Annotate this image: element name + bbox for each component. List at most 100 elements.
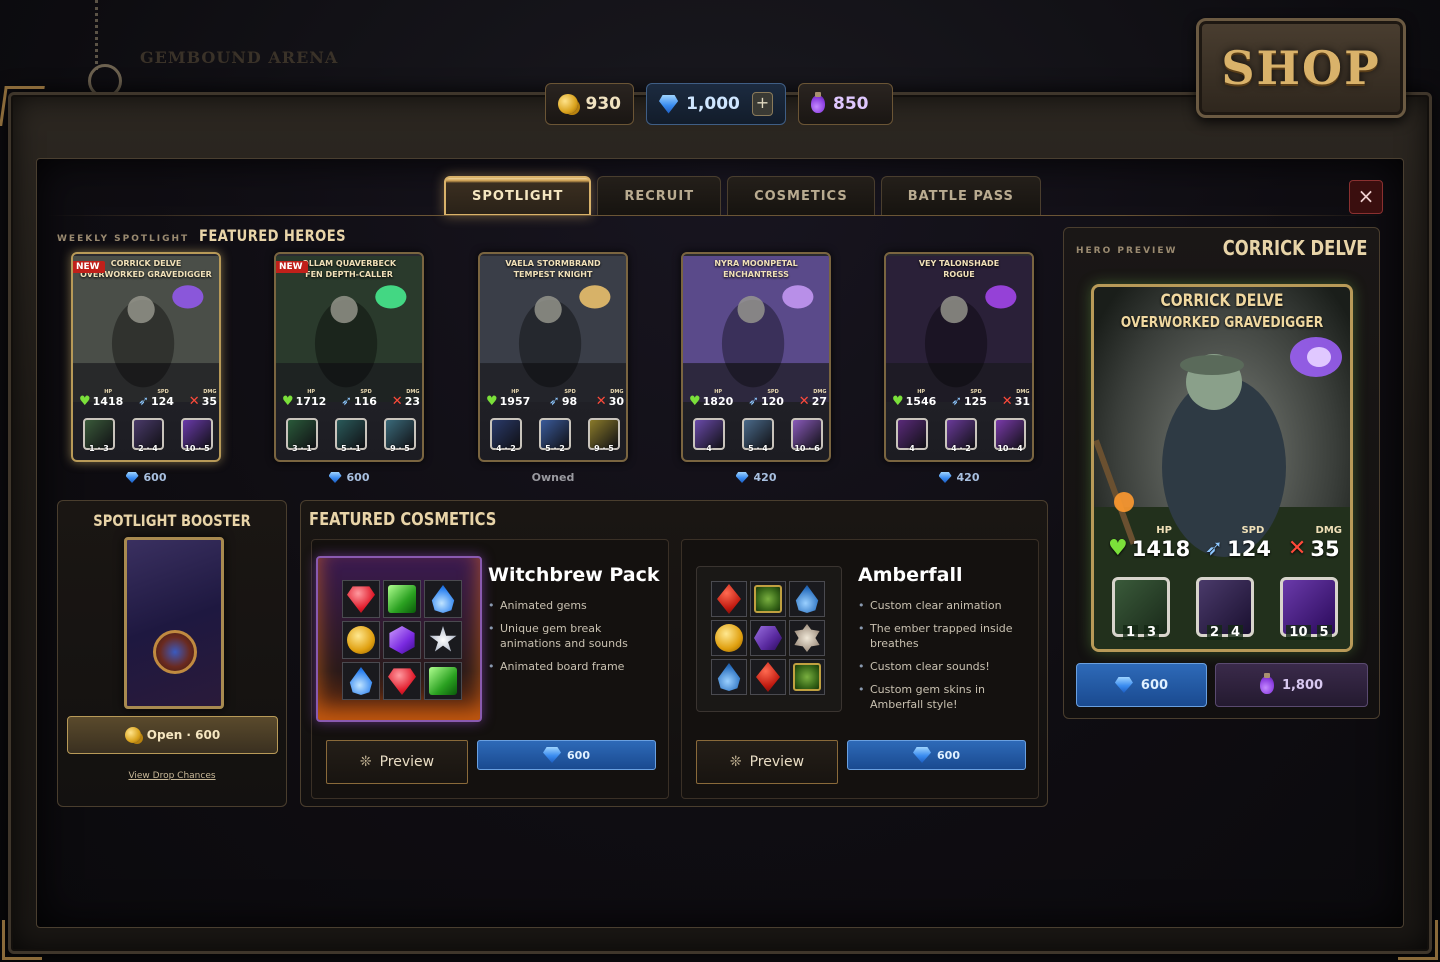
- white-gem-icon: [794, 624, 820, 652]
- board-cell: [424, 662, 462, 700]
- feature-item: Animated board frame: [488, 659, 658, 674]
- skill-icon[interactable]: 9 · 5: [588, 418, 620, 453]
- skill-icon[interactable]: 10 · 4: [994, 418, 1026, 453]
- hero-card[interactable]: VEY TALONSHADE ROGUE HP ♥ 1546 SPD ➶ 125 DMG ✕ 31 4…: [884, 252, 1034, 462]
- skill-icon[interactable]: 2 · 4: [132, 418, 164, 453]
- purple-gem-icon: [389, 626, 415, 654]
- green-gem-icon: [754, 585, 782, 613]
- heart-icon: ♥: [1108, 536, 1128, 561]
- dmg-stat: DMG ✕ 27: [798, 389, 827, 409]
- buy-cosmetic-button[interactable]: 600: [477, 740, 656, 770]
- skill-icon[interactable]: 10 · 5: [181, 418, 213, 453]
- feature-item: Custom gem skins in Amberfall style!: [858, 682, 1028, 712]
- cosmetic-features: Custom clear animation The ember trapped …: [858, 598, 1028, 720]
- crossed-swords-icon: ✕: [1001, 394, 1013, 409]
- gem-amount: 1,000: [686, 94, 740, 114]
- hero-card-name: VAELA STORMBRAND TEMPEST KNIGHT: [505, 259, 601, 279]
- skill-icon[interactable]: 4: [896, 418, 928, 453]
- hero-card-stats: HP ♥ 1820 SPD ➶ 120 DMG ✕ 27: [689, 387, 827, 409]
- preview-button[interactable]: ❊ Preview: [326, 740, 468, 784]
- elixir-icon: [1259, 673, 1274, 694]
- hero-card[interactable]: NYRA MOONPETAL ENCHANTRESS HP ♥ 1820 SPD ➶ 120 D…: [681, 252, 831, 462]
- cosmetic-name: Witchbrew Pack: [488, 564, 660, 586]
- hp-stat: HP ♥ 1820: [689, 389, 734, 409]
- close-button[interactable]: ×: [1349, 180, 1383, 214]
- skill-icon[interactable]: 4: [693, 418, 725, 453]
- buy-with-elixir-button[interactable]: 1,800: [1215, 663, 1368, 707]
- tab-battle-pass[interactable]: BATTLE PASS: [880, 176, 1041, 216]
- red-gem-icon: [756, 662, 780, 692]
- frame-corner-ornament: [1398, 920, 1438, 960]
- skill-icon[interactable]: 5 · 2: [539, 418, 571, 453]
- booster-pack-image[interactable]: [124, 537, 224, 709]
- skill-shovel-icon[interactable]: 13: [1112, 577, 1170, 640]
- skill-icon[interactable]: 3 · 1: [286, 418, 318, 453]
- hero-preview-card: CORRICK DELVE OVERWORKED GRAVEDIGGER HP …: [1091, 284, 1353, 652]
- board-cell: [750, 659, 786, 695]
- view-drop-chances-link[interactable]: View Drop Chances: [58, 771, 286, 781]
- skill-lantern-icon[interactable]: 24: [1196, 577, 1254, 640]
- hp-stat: HP ♥ 1712: [282, 389, 327, 409]
- crossed-swords-icon: ✕: [188, 394, 200, 409]
- hero-card-price: Owned: [531, 471, 575, 484]
- skill-icon[interactable]: 10 · 6: [791, 418, 823, 453]
- blue-gem-icon: [795, 585, 819, 613]
- skill-icon[interactable]: 5 · 4: [742, 418, 774, 453]
- spd-stat: SPD ➶ 124: [138, 389, 174, 409]
- blue-gem-icon: [431, 585, 455, 613]
- sparkle-icon: ❊: [729, 754, 742, 770]
- featured-cosmetics-panel: FEATURED COSMETICS Witchbrew Pack Animate…: [300, 500, 1048, 807]
- gem-icon: [125, 472, 139, 483]
- feature-item: Unique gem break animations and sounds: [488, 621, 658, 651]
- skill-soulfire-icon[interactable]: 10 5: [1280, 577, 1338, 640]
- featured-title: FEATURED HEROES: [199, 226, 347, 245]
- buy-cosmetic-button[interactable]: 600: [847, 740, 1026, 770]
- wing-icon: ➶: [341, 394, 352, 409]
- board-cell: [424, 621, 462, 659]
- red-gem-icon: [388, 668, 416, 695]
- add-gems-button[interactable]: +: [751, 92, 773, 116]
- tab-recruit[interactable]: RECRUIT: [597, 176, 722, 216]
- skill-icon[interactable]: 5 · 1: [335, 418, 367, 453]
- gem-icon: [938, 472, 952, 483]
- crossed-swords-icon: ✕: [595, 394, 607, 409]
- hero-card[interactable]: NEW OLLAM QUAVERBECK FEN DEPTH-CALLER HP ♥ 17…: [274, 252, 424, 462]
- gold-coins-icon: [124, 727, 141, 743]
- frame-corner-ornament: [0, 86, 45, 126]
- open-booster-button[interactable]: Open · 600: [67, 716, 278, 754]
- board-cell: [789, 659, 825, 695]
- elixir-amount: 850: [833, 94, 869, 114]
- green-gem-icon: [388, 585, 416, 613]
- shop-title: SHOP: [1221, 41, 1381, 95]
- gem-board-preview: [316, 556, 482, 722]
- hero-card[interactable]: NEW CORRICK DELVE OVERWORKED GRAVEDIGGER HP…: [71, 252, 221, 462]
- board-cell: [711, 659, 747, 695]
- tab-spotlight[interactable]: SPOTLIGHT: [444, 176, 592, 216]
- wing-icon: ➶: [748, 394, 759, 409]
- skill-icon[interactable]: 9 · 5: [384, 418, 416, 453]
- board-cell: [424, 580, 462, 618]
- heart-icon: ♥: [689, 394, 701, 409]
- hero-card-price: 600: [71, 471, 221, 484]
- tab-cosmetics[interactable]: COSMETICS: [727, 176, 875, 216]
- hero-card-price: 420: [884, 471, 1034, 484]
- gem-icon: [543, 747, 562, 763]
- skill-icon[interactable]: 4 · 2: [490, 418, 522, 453]
- board-cell: [789, 620, 825, 656]
- skill-icon[interactable]: 1 · 3: [83, 418, 115, 453]
- skill-icon[interactable]: 4 · 2: [945, 418, 977, 453]
- blue-gem-icon: [717, 663, 741, 691]
- spd-stat: SPD ➶ 120: [748, 389, 784, 409]
- crossed-swords-icon: ✕: [798, 394, 810, 409]
- hero-card[interactable]: VAELA STORMBRAND TEMPEST KNIGHT HP ♥ 1957 SPD…: [478, 252, 628, 462]
- board-cell: [383, 580, 421, 618]
- hp-stat: HP ♥ 1418: [1108, 525, 1191, 561]
- board-cell: [711, 581, 747, 617]
- preview-button[interactable]: ❊ Preview: [696, 740, 838, 784]
- shop-tabs: SPOTLIGHT RECRUIT COSMETICS BATTLE PASS: [444, 176, 1041, 216]
- board-cell: [342, 621, 380, 659]
- buy-with-gems-button[interactable]: 600: [1076, 663, 1207, 707]
- feature-item: The ember trapped inside breathes: [858, 621, 1028, 651]
- cosmetics-title: FEATURED COSMETICS: [309, 509, 497, 530]
- hero-card-stats: HP ♥ 1418 SPD ➶ 124 DMG ✕ 35: [79, 387, 217, 409]
